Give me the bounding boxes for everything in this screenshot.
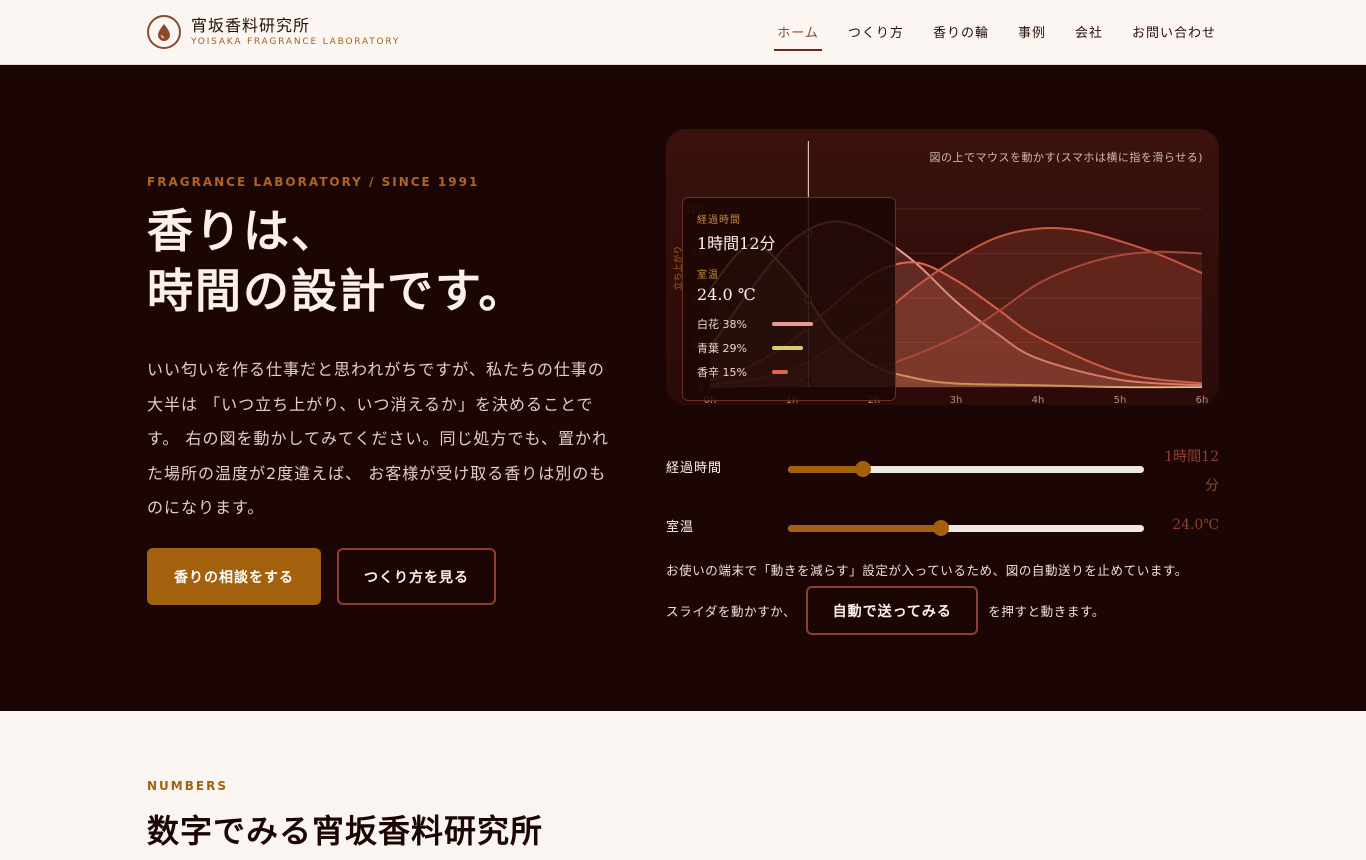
temp-slider-thumb[interactable]: [933, 520, 950, 536]
temp-slider-row: 室温 24.0℃: [666, 512, 1219, 542]
time-slider-value: 1時間12分: [1164, 449, 1219, 494]
time-slider-label: 経過時間: [666, 461, 723, 476]
temp-slider-value: 24.0℃: [1172, 517, 1219, 533]
time-slider-row: 経過時間 1時間12分: [666, 449, 1219, 494]
tooltip-row-green-leaf: 青葉 29%: [697, 340, 881, 356]
tooltip-bar: [772, 322, 813, 326]
x-tick-label: 4h: [1032, 395, 1045, 405]
hero-eyebrow: FRAGRANCE LABORATORY / SINCE 1991: [147, 175, 480, 189]
nav-fragrance-wheel[interactable]: 香りの輪: [933, 22, 989, 51]
hero-lead: いい匂いを作る仕事だと思われがちですが、私たちの仕事の大半は 「いつ立ち上がり、…: [147, 360, 610, 517]
nav-contact[interactable]: お問い合わせ: [1132, 22, 1216, 51]
nav-process[interactable]: つくり方: [848, 22, 904, 51]
hero-headline: 香りは、 時間の設計です。: [147, 201, 526, 321]
tooltip-temp-label: 室温: [697, 270, 719, 281]
headline-line-1: 香りは、: [147, 204, 339, 258]
temp-slider-label: 室温: [666, 520, 695, 535]
tooltip-time-label: 経過時間: [697, 215, 741, 226]
logo-subtitle: YOISAKA FRAGRANCE LABORATORY: [191, 37, 401, 47]
hero-section: FRAGRANCE LABORATORY / SINCE 1991 香りは、 時…: [0, 65, 1366, 711]
numbers-title: 数字でみる宵坂香料研究所: [147, 812, 544, 850]
evaporation-chart[interactable]: 10075502500h1h2h3h4h5h6h立ち上がり 図の上でマウスを動か…: [666, 129, 1219, 405]
nav-cases[interactable]: 事例: [1018, 22, 1046, 51]
time-slider-thumb[interactable]: [854, 461, 871, 477]
main-nav: ホーム つくり方 香りの輪 事例 会社 お問い合わせ: [774, 22, 1216, 51]
numbers-eyebrow: NUMBERS: [147, 779, 228, 793]
reduced-motion-note: お使いの端末で「動きを減らす」設定が入っているため、図の自動送りを止めています。: [666, 563, 1188, 578]
consult-button[interactable]: 香りの相談をする: [147, 548, 321, 605]
time-slider-fill: [788, 466, 863, 473]
site-header: 宵坂香料研究所 YOISAKA FRAGRANCE LABORATORY ホーム…: [0, 0, 1366, 65]
tooltip-temp-value: 24.0 ℃: [697, 285, 756, 304]
headline-line-2: 時間の設計です。: [147, 264, 527, 318]
tooltip-bar: [772, 346, 803, 350]
tooltip-row-spice: 香辛 15%: [697, 364, 881, 380]
see-process-button[interactable]: つくり方を見る: [337, 548, 496, 605]
x-tick-label: 5h: [1114, 395, 1127, 405]
auto-play-button[interactable]: 自動で送ってみる: [806, 586, 979, 635]
x-tick-label: 6h: [1196, 395, 1209, 405]
reduced-motion-note-2: スライダを動かすか、 自動で送ってみる を押すと動きます。: [666, 586, 1105, 635]
drop-icon: [147, 15, 181, 49]
chart-hint: 図の上でマウスを動かす(スマホは横に指を滑らせる): [929, 151, 1203, 164]
temp-slider-fill: [788, 525, 942, 532]
tooltip-row-white-floral: 白花 38%: [697, 316, 881, 332]
logo[interactable]: 宵坂香料研究所 YOISAKA FRAGRANCE LABORATORY: [147, 15, 400, 49]
tooltip-bar: [772, 370, 788, 374]
tooltip-time-value: 1時間12分: [697, 234, 776, 253]
nav-home[interactable]: ホーム: [774, 22, 822, 51]
logo-name: 宵坂香料研究所: [191, 16, 311, 35]
nav-company[interactable]: 会社: [1075, 22, 1103, 51]
temp-slider-track[interactable]: [788, 525, 1144, 532]
x-tick-label: 3h: [950, 395, 963, 405]
chart-tooltip: 経過時間 1時間12分 室温 24.0 ℃ 白花 38% 青葉 29% 香辛 1…: [682, 197, 896, 401]
time-slider-track[interactable]: [788, 466, 1144, 473]
